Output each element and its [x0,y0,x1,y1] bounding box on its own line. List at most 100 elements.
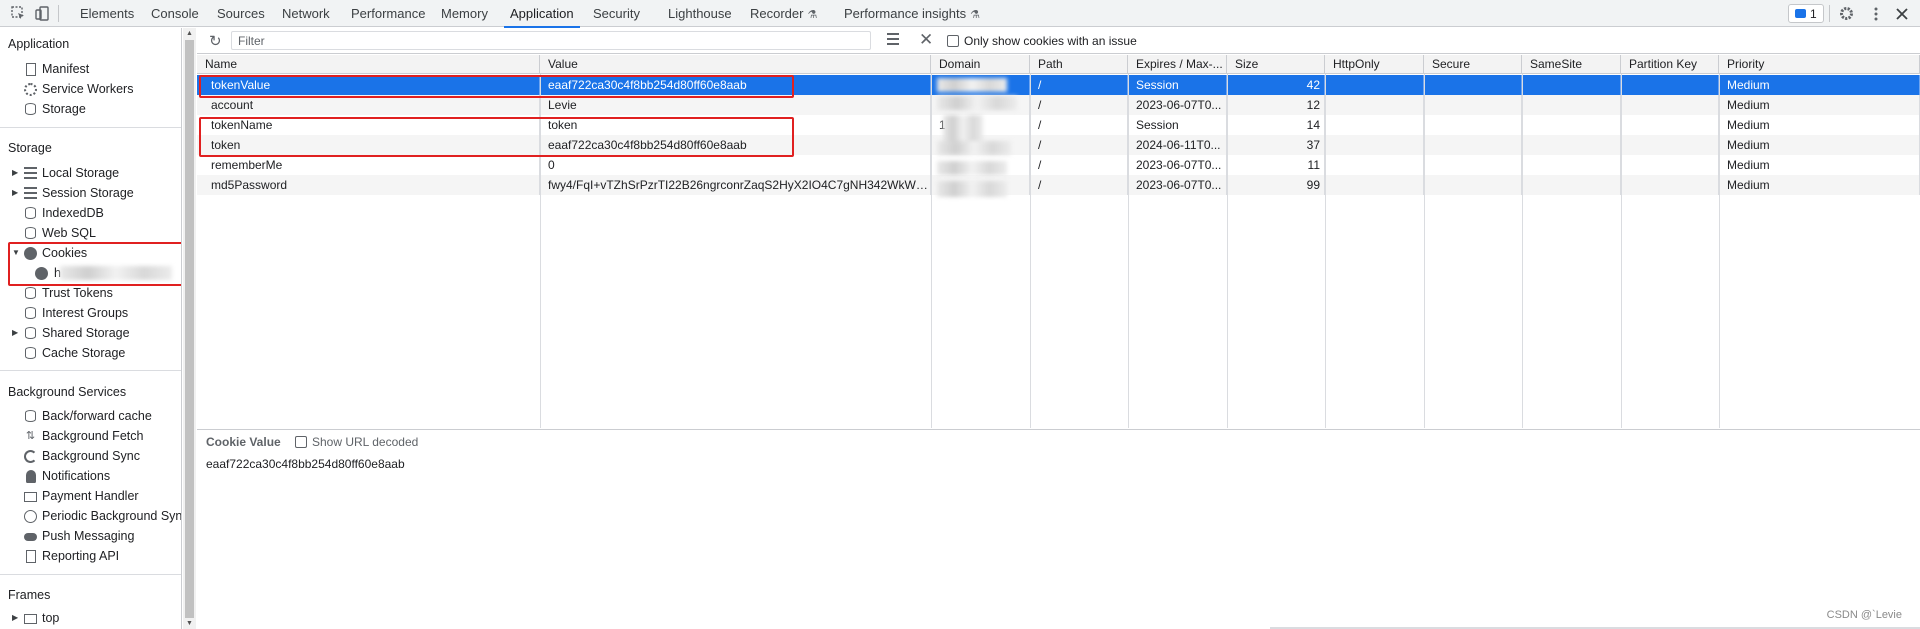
table-row[interactable]: tokenNametoken1/Session14Medium [197,115,1920,135]
cell-expires[interactable]: 2024-06-11T0... [1128,135,1227,155]
sidebar-item-storage[interactable]: Storage [0,99,180,119]
tab-lighthouse[interactable]: Lighthouse [668,0,732,27]
column-header-name[interactable]: Name [197,55,540,74]
checkbox-box[interactable] [295,436,307,448]
cell-samesite[interactable] [1522,115,1621,135]
cell-expires[interactable]: 2023-06-07T0... [1128,175,1227,195]
cell-priority[interactable]: Medium [1719,175,1920,195]
refresh-icon[interactable]: ↻ [209,32,222,50]
tab-sources[interactable]: Sources [217,0,265,27]
column-header-domain[interactable]: Domain [931,55,1030,74]
table-row[interactable]: tokenValue eaaf722ca30c4f8bb254d80ff60e8a… [197,75,1920,95]
sidebar-item-push-messaging[interactable]: Push Messaging [0,526,180,546]
cell-expires[interactable]: Session [1128,115,1227,135]
sidebar-item-session-storage[interactable]: ▶ Session Storage [0,183,180,203]
cell-samesite[interactable] [1522,75,1621,95]
cell-secure[interactable] [1424,135,1522,155]
expand-arrow-icon[interactable]: ▶ [12,608,18,628]
cell-httponly[interactable] [1325,75,1424,95]
table-row[interactable]: md5Password fwy4/FqI+vTZhSrPzrTI22B26ngrc… [197,175,1920,195]
cell-path[interactable]: / [1030,175,1128,195]
sidebar-item-interest-groups[interactable]: Interest Groups [0,303,180,323]
column-header-partition-key[interactable]: Partition Key [1621,55,1719,74]
cell-path[interactable]: / [1030,115,1128,135]
cell-partition[interactable] [1621,135,1719,155]
column-header-path[interactable]: Path [1030,55,1128,74]
cell-httponly[interactable] [1325,115,1424,135]
column-header-priority[interactable]: Priority [1719,55,1920,74]
cell-samesite[interactable] [1522,175,1621,195]
close-devtools-icon[interactable] [1893,5,1910,22]
cell-partition[interactable] [1621,155,1719,175]
cell-path[interactable]: / [1030,95,1128,115]
sidebar-item-shared-storage[interactable]: ▶ Shared Storage [0,323,180,343]
scroll-down-arrow-icon[interactable]: ▼ [186,620,193,627]
sidebar-item-notifications[interactable]: Notifications [0,466,180,486]
cell-httponly[interactable] [1325,95,1424,115]
cell-path[interactable]: / [1030,155,1128,175]
sidebar-item-service-workers[interactable]: Service Workers [0,79,180,99]
sidebar-item-background-sync[interactable]: Background Sync [0,446,180,466]
cell-httponly[interactable] [1325,175,1424,195]
column-header-httponly[interactable]: HttpOnly [1325,55,1424,74]
expand-arrow-icon[interactable]: ▶ [12,323,18,343]
cell-name[interactable]: md5Password [197,175,540,195]
cell-name[interactable]: tokenName [197,115,540,135]
cell-samesite[interactable] [1522,155,1621,175]
cell-value[interactable]: Levie [540,95,931,115]
sidebar-item-payment-handler[interactable]: Payment Handler [0,486,180,506]
cell-secure[interactable] [1424,155,1522,175]
cell-secure[interactable] [1424,75,1522,95]
show-url-decoded-checkbox[interactable]: Show URL decoded [295,435,418,449]
sidebar-item-web-sql[interactable]: Web SQL [0,223,180,243]
cell-name[interactable]: token [197,135,540,155]
cell-samesite[interactable] [1522,95,1621,115]
collapse-arrow-icon[interactable]: ▼ [12,243,20,263]
more-options-icon[interactable] [1867,5,1884,22]
tab-elements[interactable]: Elements [80,0,134,27]
cell-size[interactable]: 42 [1227,75,1325,95]
tab-performance-insights[interactable]: Performance insights ⚗ [844,0,980,27]
cell-partition[interactable] [1621,175,1719,195]
cell-path[interactable]: / [1030,135,1128,155]
column-header-value[interactable]: Value [540,55,931,74]
cell-samesite[interactable] [1522,135,1621,155]
cell-partition[interactable] [1621,115,1719,135]
sidebar-item-local-storage[interactable]: ▶ Local Storage [0,163,180,183]
cell-priority[interactable]: Medium [1719,75,1920,95]
sidebar-item-manifest[interactable]: Manifest [0,59,180,79]
sidebar-item-cookies[interactable]: ▼ Cookies [0,243,180,263]
sidebar-item-trust-tokens[interactable]: Trust Tokens [0,283,180,303]
device-toolbar-icon[interactable] [34,5,51,22]
only-issues-checkbox[interactable]: Only show cookies with an issue [947,34,1137,48]
delete-selected-icon[interactable]: ✕ [919,30,933,50]
cell-priority[interactable]: Medium [1719,135,1920,155]
clear-all-cookies-icon[interactable] [887,33,903,47]
cell-size[interactable]: 99 [1227,175,1325,195]
table-row[interactable]: token eaaf722ca30c4f8bb254d80ff60e8aab /20… [197,135,1920,155]
cell-priority[interactable]: Medium [1719,155,1920,175]
sidebar-item-frame-top[interactable]: ▶ top [0,608,180,628]
cell-size[interactable]: 14 [1227,115,1325,135]
cell-priority[interactable]: Medium [1719,95,1920,115]
table-row[interactable]: account Levie /2023-06-07T0... 12 Medium [197,95,1920,115]
column-header-secure[interactable]: Secure [1424,55,1522,74]
cell-value[interactable]: 0 [540,155,931,175]
filter-input[interactable] [231,31,871,50]
table-row[interactable]: rememberMe 0 /2023-06-07T0... 11 Medium [197,155,1920,175]
cell-name[interactable]: tokenValue [197,75,540,95]
expand-arrow-icon[interactable]: ▶ [12,163,18,183]
tab-network[interactable]: Network [282,0,330,27]
sidebar-scrollbar[interactable]: ▲ ▼ [183,28,196,629]
cell-httponly[interactable] [1325,155,1424,175]
cell-secure[interactable] [1424,95,1522,115]
tab-application[interactable]: Application [504,0,580,28]
sidebar-item-indexeddb[interactable]: IndexedDB [0,203,180,223]
checkbox-box[interactable] [947,35,959,47]
cell-name[interactable]: rememberMe [197,155,540,175]
sidebar-item-periodic-background-sync[interactable]: Periodic Background Sync [0,506,181,526]
settings-gear-icon[interactable] [1838,5,1855,22]
tab-recorder[interactable]: Recorder ⚗ [750,0,817,27]
cell-value[interactable]: eaaf722ca30c4f8bb254d80ff60e8aab [540,135,931,155]
scroll-up-arrow-icon[interactable]: ▲ [186,30,193,37]
